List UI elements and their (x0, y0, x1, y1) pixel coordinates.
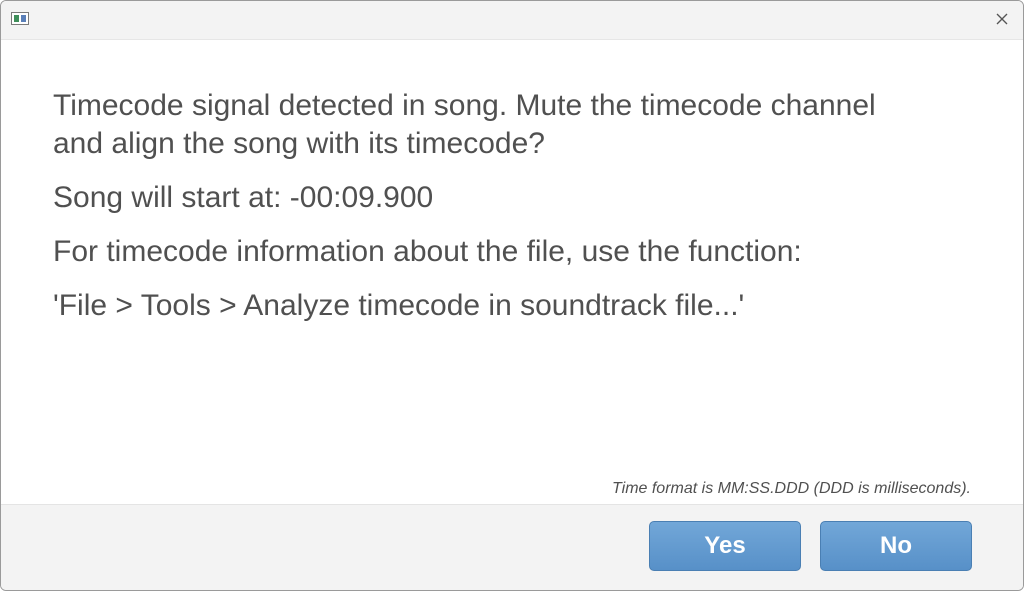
start-time-text: Song will start at: -00:09.900 (53, 181, 434, 214)
no-button[interactable]: No (820, 521, 972, 571)
menu-path-text: 'File > Tools > Analyze timecode in soun… (53, 289, 745, 322)
question-text: Timecode signal detected in song. Mute t… (53, 89, 876, 160)
yes-button[interactable]: Yes (649, 521, 801, 571)
close-button[interactable] (989, 6, 1015, 32)
message-area: Timecode signal detected in song. Mute t… (53, 87, 993, 325)
title-bar[interactable] (1, 1, 1023, 40)
dialog-window: Timecode signal detected in song. Mute t… (0, 0, 1024, 591)
close-icon (996, 13, 1008, 25)
time-format-note: Time format is MM:SS.DDD (DDD is millise… (612, 480, 971, 497)
info-text: For timecode information about the file,… (53, 235, 802, 268)
app-icon (11, 12, 29, 25)
